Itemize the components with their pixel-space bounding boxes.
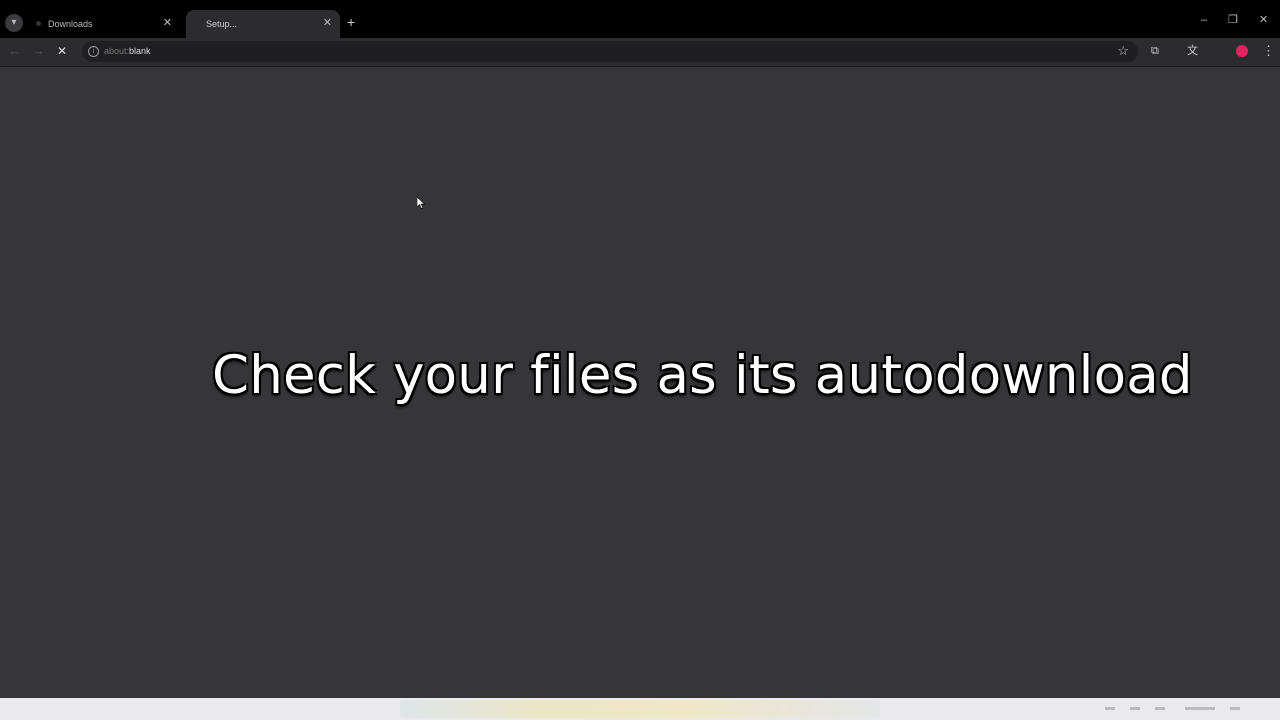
tray-icon[interactable] xyxy=(1230,707,1240,710)
browser-toolbar: ← → ✕ i about:blank ☆ ⧉ 文 ⋮ xyxy=(0,38,1280,67)
url-path: blank xyxy=(129,46,151,56)
restore-button[interactable]: ❐ xyxy=(1228,14,1238,26)
taskbar-app-icons xyxy=(400,700,880,718)
back-button[interactable]: ← xyxy=(8,44,21,58)
url-scheme: about: xyxy=(104,46,130,56)
tab-close-button[interactable]: ✕ xyxy=(323,16,332,29)
forward-button[interactable]: → xyxy=(32,44,45,58)
chevron-down-icon: ▾ xyxy=(11,17,17,28)
extensions-puzzle-icon[interactable]: ⧉ xyxy=(1151,44,1159,58)
new-tab-button[interactable]: + xyxy=(347,15,355,29)
tray-clock[interactable] xyxy=(1185,707,1215,710)
profile-avatar[interactable] xyxy=(1236,45,1248,57)
page-viewport: Check your files as its autodownload xyxy=(0,67,1280,698)
tab-search-button[interactable]: ▾ xyxy=(5,14,23,32)
tray-icon[interactable] xyxy=(1130,707,1140,710)
url-text: about:blank xyxy=(104,46,151,56)
tab-setup[interactable]: Setup... ✕ xyxy=(186,10,340,38)
tab-strip: ▾ Downloads ✕ Setup... ✕ + – ❐ ✕ xyxy=(0,0,1280,38)
minimize-button[interactable]: – xyxy=(1201,14,1207,26)
site-info-icon[interactable]: i xyxy=(88,46,99,57)
tab-title: Setup... xyxy=(206,19,238,29)
bookmark-star-icon[interactable]: ☆ xyxy=(1117,43,1129,59)
address-bar[interactable]: i about:blank ☆ xyxy=(82,41,1138,62)
menu-kebab-icon[interactable]: ⋮ xyxy=(1262,44,1275,58)
stop-loading-button[interactable]: ✕ xyxy=(57,44,67,58)
tray-icon[interactable] xyxy=(1155,707,1165,710)
os-taskbar xyxy=(0,698,1280,720)
tray-icon[interactable] xyxy=(1105,707,1115,710)
tab-downloads[interactable]: Downloads ✕ xyxy=(28,10,180,38)
translate-icon[interactable]: 文 xyxy=(1187,44,1198,58)
overlay-caption: Check your files as its autodownload xyxy=(212,345,1193,406)
mouse-pointer-icon xyxy=(417,197,425,209)
page-icon xyxy=(36,21,41,26)
close-window-button[interactable]: ✕ xyxy=(1259,14,1268,26)
tab-close-button[interactable]: ✕ xyxy=(163,16,172,29)
tab-title: Downloads xyxy=(48,19,93,29)
